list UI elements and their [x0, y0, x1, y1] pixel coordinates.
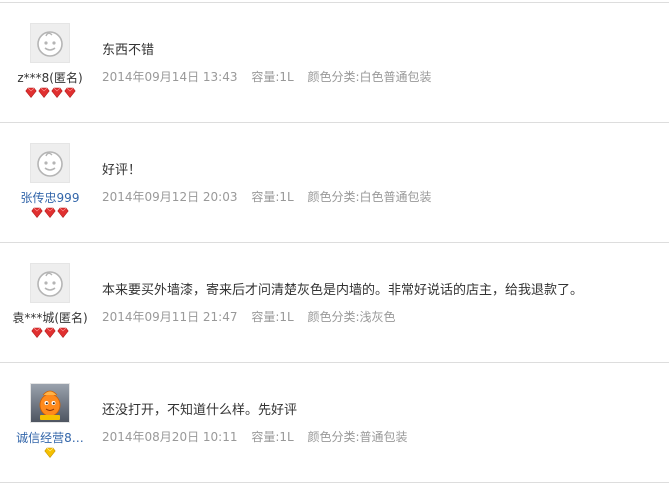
review-item: z***8(匿名) 东西不错 2014年09月14日 13:43 容量:1L 颜… [0, 3, 669, 123]
yellow-diamond-icon [44, 447, 56, 458]
red-heart-diamond-icon [31, 207, 43, 218]
review-content: 东西不错 [102, 43, 155, 58]
username-link[interactable]: 张传忠999 [0, 189, 100, 206]
review-item: 张传忠999 好评！ 2014年09月12日 20:03 容量:1L 颜色分类:… [0, 123, 669, 243]
review-meta: 2014年09月14日 13:43 容量:1L 颜色分类:白色普通包装 [102, 68, 432, 85]
smiley-face-avatar-icon [31, 264, 69, 302]
red-heart-diamond-icon [31, 327, 43, 338]
red-heart-diamond-icon [63, 87, 76, 98]
sku-capacity: 容量:1L [251, 430, 294, 444]
user-avatar[interactable] [30, 23, 70, 63]
smiley-face-avatar-icon [31, 24, 69, 62]
sku-color: 颜色分类:白色普通包装 [307, 70, 432, 84]
user-avatar[interactable] [30, 263, 70, 303]
red-heart-diamond-icon [57, 207, 69, 218]
review-divider [0, 482, 669, 483]
review-item: 诚信经营8… 还没打开，不知道什么样。先好评 2014年08月20日 10:11… [0, 363, 669, 483]
review-item: 袁***城(匿名) 本来要买外墙漆，寄来后才问清楚灰色是内墙的。非常好说话的店主… [0, 243, 669, 363]
user-level-badge [0, 207, 100, 219]
user-level-badge [0, 327, 100, 339]
review-date: 2014年09月14日 13:43 [102, 70, 238, 84]
review-meta: 2014年09月11日 21:47 容量:1L 颜色分类:浅灰色 [102, 308, 396, 325]
review-meta: 2014年08月20日 10:11 容量:1L 颜色分类:普通包装 [102, 428, 408, 445]
red-heart-diamond-icon [37, 87, 50, 98]
review-content: 本来要买外墙漆，寄来后才问清楚灰色是内墙的。非常好说话的店主，给我退款了。 [102, 283, 584, 298]
sku-color: 颜色分类:浅灰色 [307, 310, 396, 324]
user-avatar[interactable] [30, 143, 70, 183]
username-link[interactable]: 诚信经营8… [0, 429, 100, 446]
sku-capacity: 容量:1L [251, 310, 294, 324]
red-heart-diamond-icon [44, 327, 56, 338]
review-date: 2014年08月20日 10:11 [102, 430, 238, 444]
sku-color: 颜色分类:普通包装 [307, 430, 408, 444]
review-meta: 2014年09月12日 20:03 容量:1L 颜色分类:白色普通包装 [102, 188, 432, 205]
username: 袁***城(匿名) [12, 311, 88, 325]
red-heart-diamond-icon [44, 207, 56, 218]
sku-capacity: 容量:1L [251, 70, 294, 84]
review-date: 2014年09月11日 21:47 [102, 310, 238, 324]
user-level-badge [0, 87, 100, 99]
review-date: 2014年09月12日 20:03 [102, 190, 238, 204]
orange-mascot-avatar-icon [31, 384, 69, 422]
review-content: 还没打开，不知道什么样。先好评 [102, 403, 298, 418]
sku-capacity: 容量:1L [251, 190, 294, 204]
review-list: z***8(匿名) 东西不错 2014年09月14日 13:43 容量:1L 颜… [0, 0, 669, 484]
smiley-face-avatar-icon [31, 144, 69, 182]
review-content: 好评！ [102, 163, 142, 178]
username: z***8(匿名) [17, 71, 83, 85]
user-level-badge [0, 447, 100, 459]
red-heart-diamond-icon [57, 327, 69, 338]
red-heart-diamond-icon [50, 87, 63, 98]
sku-color: 颜色分类:白色普通包装 [307, 190, 432, 204]
user-avatar[interactable] [30, 383, 70, 423]
red-heart-diamond-icon [24, 87, 37, 98]
